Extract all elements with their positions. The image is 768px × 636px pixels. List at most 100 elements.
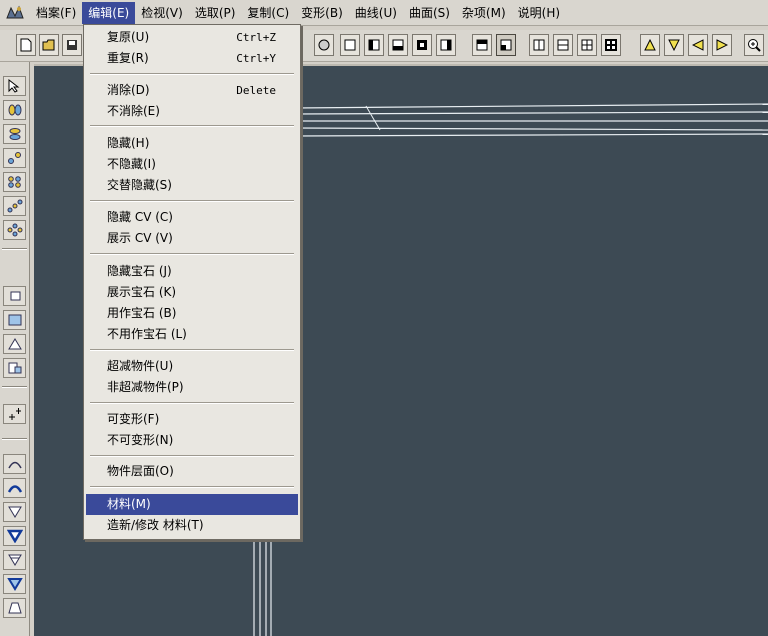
menu-misc[interactable]: 杂项(M) [456, 2, 512, 24]
rotate-left-button[interactable] [688, 34, 708, 56]
menu-help[interactable]: 说明(H) [512, 2, 566, 24]
menu-surface[interactable]: 曲面(S) [403, 2, 456, 24]
cursor-arrow-icon [8, 79, 19, 93]
triangle-up-icon [644, 39, 656, 51]
menu-select[interactable]: 选取(P) [189, 2, 242, 24]
rotate-up-button[interactable] [640, 34, 660, 56]
cone-tool-button[interactable] [3, 334, 26, 354]
view-left-button[interactable] [364, 34, 384, 56]
save-button[interactable] [62, 34, 82, 56]
menu-item-new-edit-material[interactable]: 造新/修改 材料(T) [86, 515, 298, 536]
toolbox-divider [2, 438, 27, 440]
taper-alt-bold-tool-button[interactable] [3, 574, 26, 594]
menu-item-hide[interactable]: 隐藏(H) [86, 133, 298, 154]
add-point-tool-button[interactable] [3, 404, 26, 424]
split-vertical-button[interactable] [529, 34, 549, 56]
view-corner-button[interactable] [496, 34, 516, 56]
select-tool-button[interactable] [3, 76, 26, 96]
menu-item-show-cv[interactable]: 展示 CV (V) [86, 228, 298, 249]
menu-item-object-layer[interactable]: 物件层面(O) [86, 461, 298, 482]
curve-arch-tool-button[interactable] [3, 454, 26, 474]
dots-grid-icon [7, 176, 21, 188]
arch-icon [7, 461, 22, 469]
menu-item-hide-cv[interactable]: 隐藏 CV (C) [86, 207, 298, 228]
split-horizontal-button[interactable] [553, 34, 573, 56]
cv-tool-button[interactable] [3, 124, 26, 144]
square-top-icon [476, 39, 488, 51]
triangle-left-icon [692, 39, 704, 51]
menu-separator [90, 125, 294, 127]
funnel-outline-icon [7, 554, 22, 566]
group-tool-button[interactable] [3, 172, 26, 192]
point-tool-button[interactable] [3, 148, 26, 168]
menu-item-material[interactable]: 材料(M) [86, 494, 298, 515]
chain-points-icon [7, 199, 22, 213]
plane-icon [10, 291, 20, 301]
left-toolbox [0, 62, 30, 636]
menu-separator [90, 455, 294, 457]
menu-item-undo[interactable]: 复原(U) Ctrl+Z [86, 27, 298, 48]
view-single-button[interactable] [340, 34, 360, 56]
menu-item-unhide[interactable]: 不隐藏(I) [86, 154, 298, 175]
open-file-button[interactable] [39, 34, 59, 56]
new-file-button[interactable] [16, 34, 36, 56]
split-quad-button[interactable] [577, 34, 597, 56]
funnel-filled-icon [6, 578, 23, 591]
plane-tool-button[interactable] [3, 286, 26, 306]
new-file-icon [20, 38, 32, 52]
taper-bold-tool-button[interactable] [3, 526, 26, 546]
menu-edit[interactable]: 编辑(E) [82, 1, 136, 24]
menu-transform[interactable]: 变形(B) [295, 2, 349, 24]
save-icon [67, 40, 77, 50]
object-tool-button[interactable] [3, 100, 26, 120]
curve-arch-bold-tool-button[interactable] [3, 478, 26, 498]
menu-item-non-super-subtract[interactable]: 非超减物件(P) [86, 377, 298, 398]
taper-alt-tool-button[interactable] [3, 550, 26, 570]
add-point-icon [8, 408, 21, 420]
menu-curve[interactable]: 曲线(U) [349, 2, 403, 24]
menu-item-non-deformable[interactable]: 不可变形(N) [86, 430, 298, 451]
split-vertical-icon [533, 39, 545, 51]
square-left-icon [368, 39, 380, 51]
zoom-in-icon [748, 39, 761, 52]
square-right-icon [440, 39, 452, 51]
shortcut-delete: Delete [236, 84, 276, 97]
menu-item-undelete[interactable]: 不消除(E) [86, 101, 298, 122]
chain-tool-button[interactable] [3, 196, 26, 216]
menu-item-hide-gems[interactable]: 隐藏宝石 (J) [86, 261, 298, 282]
zoom-in-button[interactable] [744, 34, 764, 56]
render-button[interactable] [314, 34, 334, 56]
menu-file[interactable]: 档案(F) [30, 2, 82, 24]
doc-tool-button[interactable] [3, 358, 26, 378]
menu-item-super-subtract[interactable]: 超减物件(U) [86, 356, 298, 377]
menu-separator [90, 200, 294, 202]
rotate-right-button[interactable] [712, 34, 732, 56]
view-top-button[interactable] [472, 34, 492, 56]
box-tool-button[interactable] [3, 310, 26, 330]
capsule-icon [8, 104, 21, 116]
view-right-button[interactable] [436, 34, 456, 56]
menu-item-toggle-hide[interactable]: 交替隐藏(S) [86, 175, 298, 196]
menu-item-delete[interactable]: 消除(D) Delete [86, 80, 298, 101]
menu-item-redo[interactable]: 重复(R) Ctrl+Y [86, 48, 298, 69]
stack-disc-icon [9, 128, 20, 140]
menu-item-not-use-as-gem[interactable]: 不用作宝石 (L) [86, 324, 298, 345]
app-logo-icon[interactable] [4, 3, 26, 23]
shrink-tool-button[interactable] [3, 598, 26, 618]
rotate-down-button[interactable] [664, 34, 684, 56]
menu-copy[interactable]: 复制(C) [241, 2, 295, 24]
menu-view[interactable]: 检视(V) [135, 2, 189, 24]
square-frame-icon [417, 40, 427, 50]
taper-tool-button[interactable] [3, 502, 26, 522]
cluster-tool-button[interactable] [3, 220, 26, 240]
menu-item-use-as-gem[interactable]: 用作宝石 (B) [86, 303, 298, 324]
menu-item-deformable[interactable]: 可变形(F) [86, 409, 298, 430]
menu-item-show-gems[interactable]: 展示宝石 (K) [86, 282, 298, 303]
split-horizontal-icon [557, 39, 569, 51]
split-quad-bold-button[interactable] [601, 34, 621, 56]
menu-separator [90, 73, 294, 75]
document-icon [8, 362, 21, 374]
view-bottom-button[interactable] [388, 34, 408, 56]
cluster-icon [7, 223, 22, 237]
view-frame-button[interactable] [412, 34, 432, 56]
